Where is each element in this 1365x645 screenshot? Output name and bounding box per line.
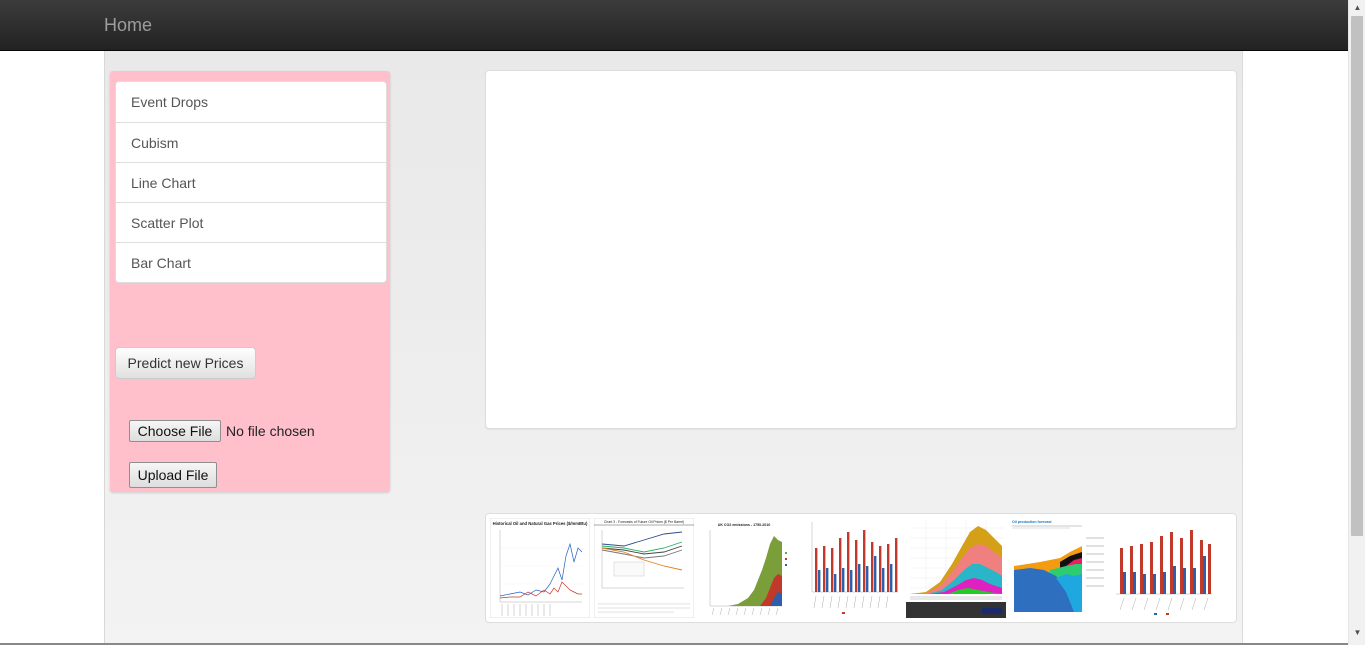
upload-file-button[interactable]: Upload File	[129, 462, 217, 488]
thumbnail-red-blue-bars[interactable]	[1114, 518, 1214, 618]
list-item-event-drops[interactable]: Event Drops	[116, 82, 386, 122]
list-item-scatter-plot[interactable]: Scatter Plot	[116, 202, 386, 242]
thumbnail-grouped-bars[interactable]	[802, 518, 902, 618]
thumbnail-uk-co2-emissions[interactable]: UK CO2 emissions - 1750-2010	[698, 518, 798, 618]
scroll-up-arrow-icon[interactable]: ▲	[1349, 0, 1365, 16]
scroll-down-arrow-icon[interactable]: ▼	[1349, 625, 1365, 641]
thumbnail-title: Oil production forecast	[1012, 520, 1052, 524]
list-item-cubism[interactable]: Cubism	[116, 122, 386, 162]
navbar: Home	[0, 0, 1348, 51]
list-item-line-chart[interactable]: Line Chart	[116, 162, 386, 202]
chart-type-list: Event Drops Cubism Line Chart Scatter Pl…	[115, 81, 387, 283]
predict-prices-button[interactable]: Predict new Prices	[115, 347, 256, 379]
thumbnail-title: UK CO2 emissions - 1750-2010	[718, 523, 771, 527]
list-item-bar-chart[interactable]: Bar Chart	[116, 242, 386, 282]
choose-file-button[interactable]: Choose File	[129, 420, 221, 442]
vertical-scrollbar[interactable]: ▲ ▼	[1348, 0, 1365, 645]
thumbnail-title: Historical Oil and Natural Gas Prices ($…	[493, 521, 588, 526]
sidebar: Event Drops Cubism Line Chart Scatter Pl…	[110, 71, 390, 492]
file-status-text: No file chosen	[226, 423, 315, 439]
scroll-thumb[interactable]	[1351, 16, 1363, 536]
thumbnail-oil-gas-prices[interactable]: Historical Oil and Natural Gas Prices ($…	[490, 518, 590, 618]
thumbnail-strip: Historical Oil and Natural Gas Prices ($…	[485, 513, 1237, 623]
thumbnail-stacked-forecast[interactable]	[906, 518, 1006, 618]
thumbnail-oil-forecasts[interactable]: Chart 3 - Forecasts of Future Oil Prices…	[594, 518, 694, 618]
chart-display-panel	[485, 70, 1237, 429]
home-link[interactable]: Home	[104, 14, 152, 36]
thumbnail-title: Chart 3 - Forecasts of Future Oil Prices…	[604, 520, 684, 524]
thumbnail-oil-production-forecast[interactable]: Oil production forecast	[1010, 518, 1110, 618]
